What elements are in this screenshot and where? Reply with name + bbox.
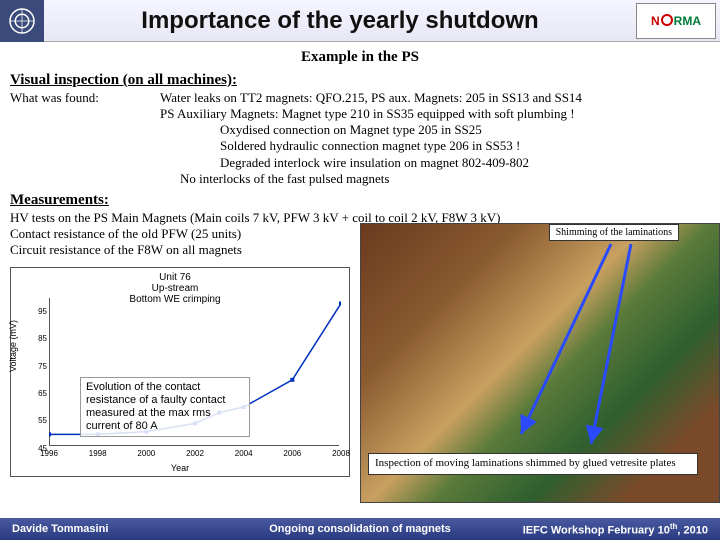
logo-red-letter: N <box>651 14 660 28</box>
found-label: What was found: <box>10 90 160 188</box>
chart-annotation: Evolution of the contact resistance of a… <box>80 377 250 438</box>
visual-heading: Visual inspection (on all machines): <box>10 71 710 90</box>
chart-ylabel: Voltage (mV) <box>8 319 18 371</box>
found-line: No interlocks of the fast pulsed magnets <box>160 171 710 187</box>
measurements-heading: Measurements: <box>10 191 710 210</box>
chart-xlabel: Year <box>11 463 349 473</box>
slide-title: Importance of the yearly shutdown <box>44 7 636 35</box>
example-subtitle: Example in the PS <box>10 48 710 67</box>
found-line: Oxydised connection on Magnet type 205 i… <box>160 122 710 138</box>
found-line: PS Auxiliary Magnets: Magnet type 210 in… <box>160 106 710 122</box>
footer-date-b: , 2010 <box>677 524 708 536</box>
found-line: Water leaks on TT2 magnets: QFO.215, PS … <box>160 90 710 106</box>
right-logo: N RMA <box>636 3 716 39</box>
footer-bar: Davide Tommasini Ongoing consolidation o… <box>0 518 720 540</box>
footer-date-a: IEFC Workshop February 10 <box>523 524 670 536</box>
footer-date: IEFC Workshop February 10th, 2010 <box>480 522 720 537</box>
photo-caption: Inspection of moving laminations shimmed… <box>368 453 698 474</box>
left-logo <box>0 0 44 42</box>
found-line: Degraded interlock wire insulation on ma… <box>160 155 710 171</box>
footer-title: Ongoing consolidation of magnets <box>240 523 480 535</box>
footer-author: Davide Tommasini <box>0 523 240 535</box>
found-line: Soldered hydraulic connection magnet typ… <box>160 138 710 154</box>
logo-green-text: RMA <box>674 14 701 28</box>
contact-resistance-chart: Unit 76Up-streamBottom WE crimping Volta… <box>10 267 350 477</box>
